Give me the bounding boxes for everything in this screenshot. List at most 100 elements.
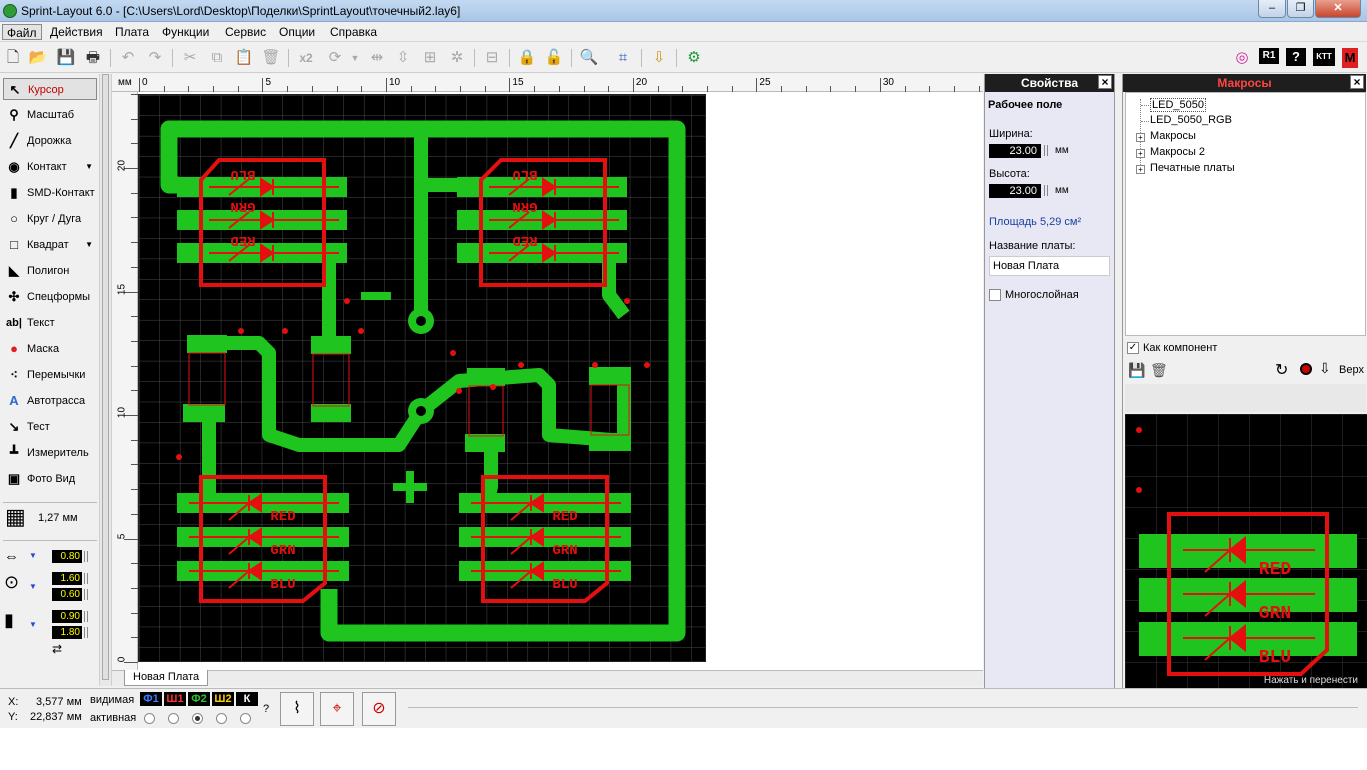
tool-jumper[interactable]: ⁖ Перемычки <box>3 364 97 386</box>
smd-height-spinner[interactable] <box>84 627 88 638</box>
vertical-scrollbar[interactable] <box>100 74 112 686</box>
menu-options[interactable]: Опции <box>275 24 319 40</box>
menu-board[interactable]: Плата <box>111 24 153 40</box>
macro-rotate-icon[interactable]: ↻ <box>1275 360 1288 380</box>
properties-close-button[interactable]: × <box>1098 75 1112 89</box>
tree-item[interactable]: Печатные платы <box>1150 162 1235 174</box>
tool-special-forms[interactable]: ✣ Спецформы <box>3 286 97 308</box>
track-width-field[interactable]: 0.80 <box>52 550 82 563</box>
tool-text-tool[interactable]: ab| Текст <box>3 312 97 334</box>
cut-icon[interactable]: ✂ <box>180 48 200 68</box>
pcb-drawing[interactable]: BLU GRN RED BLU GRN RED RED GRN BLU RED … <box>139 95 705 661</box>
width-spinner[interactable] <box>1044 145 1048 156</box>
height-spinner[interactable] <box>1044 185 1048 196</box>
delete-icon[interactable]: 🗑 <box>261 48 281 68</box>
smd-width-spinner[interactable] <box>84 611 88 622</box>
layer-4-toggle[interactable]: Ш2 <box>212 692 234 706</box>
layer-3-toggle[interactable]: Ф2 <box>188 692 210 706</box>
scroll-thumb[interactable] <box>102 74 109 680</box>
tool-pad[interactable]: ◉ Контакт ▼ <box>3 156 97 178</box>
tree-item[interactable]: LED_5050 <box>1150 98 1206 112</box>
minimize-button[interactable]: ‒ <box>1258 0 1286 18</box>
macro-tree[interactable]: LED_5050 LED_5050_RGB + Макросы + Макросы 2 + П… <box>1125 92 1366 336</box>
ungroup-icon[interactable]: ⊟ <box>482 48 502 68</box>
redo-icon[interactable]: ↷ <box>145 48 165 68</box>
cd-icon[interactable]: ◎ <box>1232 48 1252 68</box>
undo-icon[interactable]: ↶ <box>118 48 138 68</box>
tool-zoom-tool[interactable]: ⚲ Масштаб <box>3 104 97 126</box>
layer-3-active-radio[interactable] <box>192 713 203 724</box>
smd-height-field[interactable]: 1.80 <box>52 626 82 639</box>
track-width-dropdown-icon[interactable]: ▼ <box>29 551 37 560</box>
copy-icon[interactable]: ⧉ <box>207 48 227 68</box>
crosshair-button[interactable]: ⌖ <box>320 692 354 726</box>
open-folder-icon[interactable]: 📂 <box>28 48 48 68</box>
pad-size-dropdown-icon[interactable]: ▼ <box>29 582 37 591</box>
menu-service[interactable]: Сервис <box>221 24 270 40</box>
import-icon[interactable]: ⇩ <box>649 48 669 68</box>
rubberband-off-button[interactable]: ⊘ <box>362 692 396 726</box>
tool-mask[interactable]: ● Маска <box>3 338 97 360</box>
ktt-icon[interactable]: KTT <box>1313 48 1335 66</box>
new-file-icon[interactable]: 🗋 <box>3 48 23 68</box>
tool-photo-view[interactable]: ▣ Фото Вид <box>3 468 97 490</box>
print-icon[interactable]: 🖶 <box>83 48 103 68</box>
board-tab[interactable]: Новая Плата <box>124 670 209 686</box>
swap-icon[interactable]: ⇄ <box>52 642 62 656</box>
tree-item[interactable]: Макросы 2 <box>1150 146 1205 158</box>
tool-dropdown-icon[interactable]: ▼ <box>85 234 93 256</box>
menu-actions[interactable]: Действия <box>46 24 107 40</box>
grid-size-label[interactable]: 1,27 мм <box>38 512 78 524</box>
rotate-icon[interactable]: ⟳ <box>325 48 345 68</box>
layer-5-toggle[interactable]: К <box>236 692 258 706</box>
tree-item[interactable]: Макросы <box>1150 130 1196 142</box>
tool-cursor[interactable]: ↖ Курсор <box>3 78 97 100</box>
layer-1-toggle[interactable]: Ф1 <box>140 692 162 706</box>
tool-test[interactable]: ↘ Тест <box>3 416 97 438</box>
pcb-board[interactable]: BLU GRN RED BLU GRN RED RED GRN BLU RED … <box>138 94 706 662</box>
macro-preview[interactable]: RED GRN BLU Нажать и перенести <box>1125 414 1367 688</box>
r1-icon[interactable]: R1 <box>1259 48 1279 64</box>
tool-smd-pad[interactable]: ▮ SMD-Контакт <box>3 182 97 204</box>
track-width-spinner[interactable] <box>84 551 88 562</box>
tree-expand-icon[interactable]: + <box>1136 149 1145 158</box>
as-component-checkbox[interactable]: ✓ <box>1127 342 1139 354</box>
layer-2-active-radio[interactable] <box>168 713 179 724</box>
pad-outer-spinner[interactable] <box>84 573 88 584</box>
mirror-vertical-icon[interactable]: ⇳ <box>393 48 413 68</box>
tool-square[interactable]: □ Квадрат ▼ <box>3 234 97 256</box>
layer-help[interactable]: ? <box>263 703 269 715</box>
board-name-field[interactable]: Новая Плата <box>989 256 1110 276</box>
macros-close-button[interactable]: × <box>1350 75 1364 89</box>
menu-help[interactable]: Справка <box>326 24 381 40</box>
maximize-button[interactable]: ❐ <box>1287 0 1314 18</box>
layer-1-active-radio[interactable] <box>144 713 155 724</box>
align-icon[interactable]: ⊞ <box>420 48 440 68</box>
macro-record-icon[interactable] <box>1300 363 1312 375</box>
duplicate-icon[interactable]: x2 <box>296 48 316 68</box>
canvas-area[interactable]: мм 0 5 10 15 20 25 30 20 15 10 5 0 BLU G… <box>112 74 983 670</box>
menu-functions[interactable]: Функции <box>158 24 213 40</box>
pad-inner-field[interactable]: 0.60 <box>52 588 82 601</box>
close-button[interactable]: ✕ <box>1315 0 1361 18</box>
grid-icon[interactable]: ▦ <box>5 506 27 528</box>
layer-4-active-radio[interactable] <box>216 713 227 724</box>
save-icon[interactable]: 💾 <box>56 48 76 68</box>
tree-item[interactable]: LED_5050_RGB <box>1150 114 1232 126</box>
width-field[interactable]: 23.00 <box>989 144 1041 158</box>
mirror-horizontal-icon[interactable]: ⇹ <box>367 48 387 68</box>
m-icon[interactable]: M <box>1342 48 1358 68</box>
height-field[interactable]: 23.00 <box>989 184 1041 198</box>
macro-delete-icon[interactable]: 🗑 <box>1150 362 1168 379</box>
tree-expand-icon[interactable]: + <box>1136 165 1145 174</box>
lock-icon[interactable]: 🔒 <box>517 48 537 68</box>
zoom-icon[interactable]: 🔍 <box>579 48 599 68</box>
rotate-dropdown-icon[interactable]: ▼ <box>345 48 365 68</box>
smd-width-field[interactable]: 0.90 <box>52 610 82 623</box>
tool-measure[interactable]: ┻ Измеритель <box>3 442 97 464</box>
tree-expand-icon[interactable]: + <box>1136 133 1145 142</box>
pad-inner-spinner[interactable] <box>84 589 88 600</box>
crop-icon[interactable]: ⌗ <box>613 48 633 68</box>
settings-gear-icon[interactable]: ⚙ <box>684 48 704 68</box>
layer-2-toggle[interactable]: Ш1 <box>164 692 186 706</box>
